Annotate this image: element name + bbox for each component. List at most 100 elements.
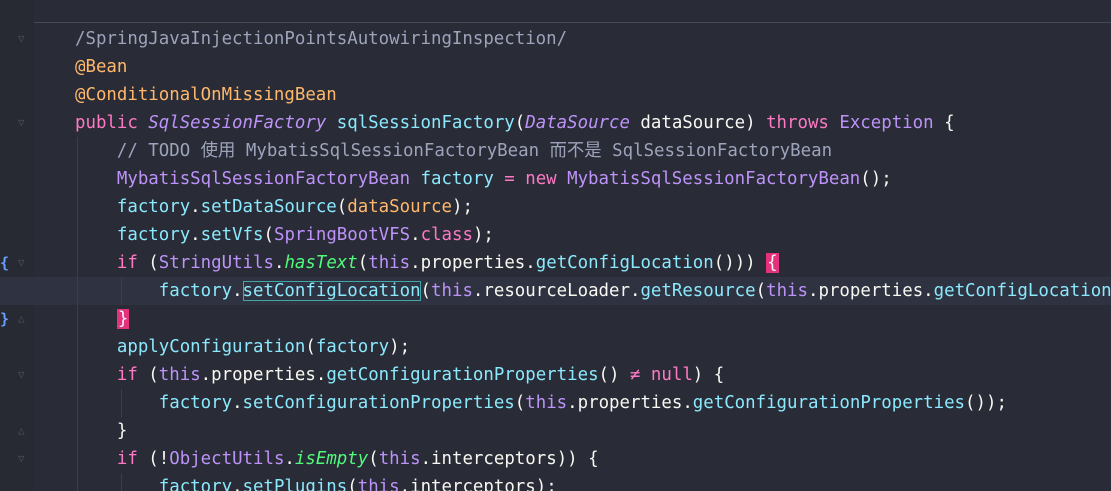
code-line-content: applyConfiguration(factory); bbox=[75, 333, 410, 361]
code-line[interactable]: factory.setConfigurationProperties(this.… bbox=[0, 389, 1111, 417]
code-token: setConfigurationProperties bbox=[242, 393, 515, 413]
code-token: @ConditionalOnMissingBean bbox=[75, 85, 337, 105]
code-token: // TODO 使用 MybatisSqlSessionFactoryBean … bbox=[75, 141, 833, 161]
code-line[interactable]: ▽ /SpringJavaInjectionPointsAutowiringIns… bbox=[0, 25, 1111, 53]
code-token: .properties. bbox=[567, 393, 693, 413]
code-token: ≠ null bbox=[629, 365, 693, 385]
code-token: if bbox=[75, 449, 149, 469]
code-token: = new bbox=[504, 169, 568, 189]
code-token: . bbox=[232, 281, 243, 301]
code-token: if bbox=[75, 365, 149, 385]
method-separator bbox=[34, 22, 1111, 23]
code-line[interactable]: factory.setConfigLocation(this.resourceL… bbox=[0, 277, 1111, 305]
code-token: ObjectUtils bbox=[169, 449, 285, 469]
code-token: dataSource) bbox=[640, 113, 767, 133]
code-token: . bbox=[232, 393, 243, 413]
code-token: getConfigurationProperties bbox=[692, 393, 966, 413]
code-line-content: factory.setConfigLocation(this.resourceL… bbox=[75, 277, 1111, 305]
code-line-content: public SqlSessionFactory sqlSessionFacto… bbox=[75, 109, 955, 137]
code-token: this bbox=[525, 393, 568, 413]
code-token: setConfigLocation bbox=[242, 281, 421, 301]
code-token: setPlugins bbox=[242, 477, 348, 491]
code-token: ()); bbox=[965, 393, 1007, 413]
code-token: .resourceLoader. bbox=[472, 281, 641, 301]
code-token: { bbox=[944, 113, 955, 133]
fold-open-icon[interactable]: ▽ bbox=[18, 453, 27, 465]
code-token: ( bbox=[514, 393, 526, 413]
code-line[interactable]: ▽ if (!ObjectUtils.isEmpty(this.intercep… bbox=[0, 445, 1111, 473]
code-token: (! bbox=[148, 449, 170, 469]
code-token: /SpringJavaInjectionPointsAutowiringInsp… bbox=[75, 29, 568, 49]
fold-open-icon[interactable]: ▽ bbox=[18, 117, 27, 129]
code-token: ( bbox=[357, 253, 369, 273]
code-token: ( bbox=[263, 225, 274, 245]
code-line[interactable]: ▽{ if (StringUtils.hasText(this.properti… bbox=[0, 249, 1111, 277]
code-line[interactable]: @ConditionalOnMissingBean bbox=[0, 81, 1111, 109]
code-token: StringUtils bbox=[158, 253, 274, 273]
code-line[interactable]: factory.setDataSource(dataSource); bbox=[0, 193, 1111, 221]
code-token: hasText bbox=[284, 253, 358, 273]
code-token: isEmpty bbox=[294, 449, 369, 469]
code-line-content: @ConditionalOnMissingBean bbox=[75, 81, 337, 109]
code-token: setVfs bbox=[200, 225, 264, 245]
code-token: } bbox=[116, 309, 130, 329]
code-line-content: @Bean bbox=[75, 53, 127, 81]
code-line-content: // TODO 使用 MybatisSqlSessionFactoryBean … bbox=[75, 137, 832, 165]
code-token: () bbox=[598, 365, 630, 385]
code-line-content: if (!ObjectUtils.isEmpty(this.intercepto… bbox=[75, 445, 599, 473]
code-token: ( bbox=[755, 281, 767, 301]
code-token: this bbox=[378, 449, 421, 469]
code-token: DataSource bbox=[525, 113, 641, 133]
code-token: } bbox=[75, 421, 128, 441]
code-line[interactable]: factory.setVfs(SpringBootVFS.class); bbox=[0, 221, 1111, 249]
code-token: ( bbox=[336, 197, 348, 217]
code-token: this bbox=[368, 253, 411, 273]
code-token: getConfigLocation bbox=[933, 281, 1111, 301]
fold-open-icon[interactable]: ▽ bbox=[18, 33, 27, 45]
code-token: . bbox=[410, 225, 421, 245]
code-line[interactable]: // TODO 使用 MybatisSqlSessionFactoryBean … bbox=[0, 137, 1111, 165]
code-token: (); bbox=[860, 169, 892, 189]
fold-close-icon[interactable]: △ bbox=[18, 313, 27, 325]
code-token: MybatisSqlSessionFactoryBean bbox=[567, 169, 861, 189]
code-token: this bbox=[357, 477, 400, 491]
code-line[interactable]: △ } bbox=[0, 417, 1111, 445]
fold-open-icon[interactable]: ▽ bbox=[18, 257, 27, 269]
code-line[interactable]: ▽ if (this.properties.getConfigurationPr… bbox=[0, 361, 1111, 389]
code-editor[interactable]: ▽ /SpringJavaInjectionPointsAutowiringIns… bbox=[0, 0, 1111, 491]
code-token: ( bbox=[347, 477, 358, 491]
code-line[interactable]: ▽ public SqlSessionFactory sqlSessionFact… bbox=[0, 109, 1111, 137]
code-line-content: MybatisSqlSessionFactoryBean factory = n… bbox=[75, 165, 892, 193]
code-token: getConfigLocation bbox=[535, 253, 714, 273]
code-token: ( bbox=[420, 281, 432, 301]
code-token: . bbox=[190, 197, 201, 217]
code-token: class bbox=[420, 225, 473, 245]
code-line-content: if (StringUtils.hasText(this.properties.… bbox=[75, 249, 779, 277]
code-token: ); bbox=[451, 197, 473, 217]
code-token: .properties. bbox=[410, 253, 536, 273]
code-token: ( bbox=[514, 113, 526, 133]
code-token: ); bbox=[389, 337, 411, 357]
code-token: applyConfiguration bbox=[75, 337, 306, 357]
code-lines[interactable]: ▽ /SpringJavaInjectionPointsAutowiringIns… bbox=[0, 25, 1111, 491]
code-token: factory bbox=[75, 225, 191, 245]
code-line-content: if (this.properties.getConfigurationProp… bbox=[75, 361, 724, 389]
code-token: factory bbox=[420, 169, 505, 189]
code-line-content: factory.setPlugins(this.interceptors); bbox=[75, 473, 557, 491]
code-line[interactable]: △} } bbox=[0, 305, 1111, 333]
code-token: ( bbox=[368, 449, 379, 469]
fold-close-icon[interactable]: △ bbox=[18, 425, 27, 437]
code-token: factory bbox=[75, 393, 233, 413]
code-token: ( bbox=[148, 253, 159, 273]
code-line-content: /SpringJavaInjectionPointsAutowiringInsp… bbox=[75, 25, 567, 53]
code-token: .interceptors)) { bbox=[420, 449, 599, 469]
code-line[interactable]: MybatisSqlSessionFactoryBean factory = n… bbox=[0, 165, 1111, 193]
code-line[interactable]: factory.setPlugins(this.interceptors); bbox=[0, 473, 1111, 491]
code-token: @Bean bbox=[75, 57, 128, 77]
code-line-content: factory.setConfigurationProperties(this.… bbox=[75, 389, 1007, 417]
code-token: ( bbox=[305, 337, 316, 357]
code-line[interactable]: @Bean bbox=[0, 53, 1111, 81]
code-line[interactable]: applyConfiguration(factory); bbox=[0, 333, 1111, 361]
fold-open-icon[interactable]: ▽ bbox=[18, 369, 27, 381]
